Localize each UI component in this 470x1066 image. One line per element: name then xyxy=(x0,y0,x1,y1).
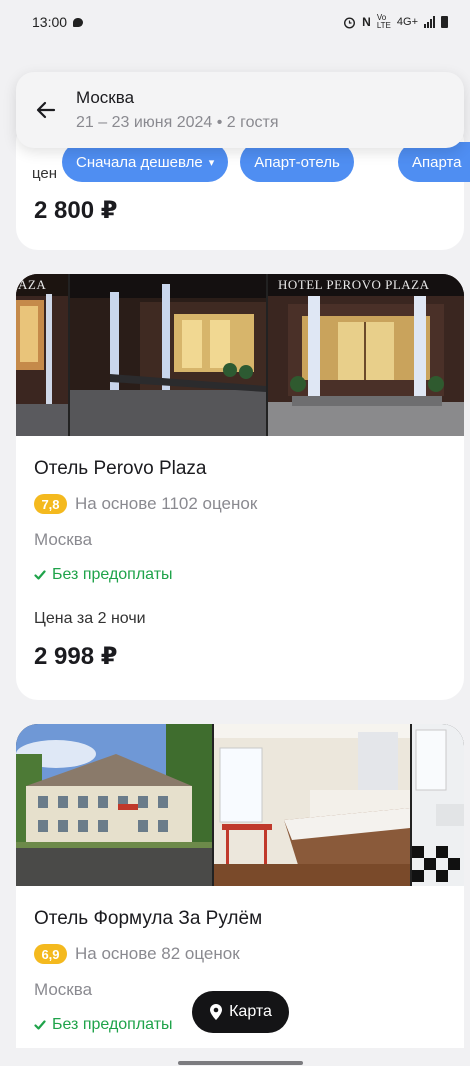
hotel-photo xyxy=(214,724,410,886)
volte-icon: Vo LTE xyxy=(376,13,391,30)
photo-gallery[interactable] xyxy=(16,724,464,886)
hotel-price: 2 998 ₽ xyxy=(34,643,118,670)
back-button[interactable] xyxy=(16,72,76,148)
prepayment-text: Без предоплаты xyxy=(52,566,173,583)
rating-text: На основе 82 оценок xyxy=(75,944,240,963)
search-city: Москва xyxy=(76,88,135,107)
sort-chip-label: Сначала дешевле xyxy=(76,153,203,171)
filter-chip-apart-hotel[interactable]: Апарт-отель xyxy=(240,142,354,182)
hotel-photo xyxy=(16,724,212,886)
chevron-down-icon: ▾ xyxy=(208,156,215,169)
sort-chip[interactable]: Сначала дешевле ▾ xyxy=(62,142,229,182)
photo-gallery[interactable]: AZA HOTEL PEROVO PLAZA xyxy=(16,274,464,436)
hotel-photo xyxy=(70,274,266,436)
hotel-photo xyxy=(412,724,464,886)
rating-text: На основе 1102 оценок xyxy=(75,494,258,513)
check-icon xyxy=(34,570,46,580)
alarm-icon xyxy=(344,16,356,29)
prepayment-info: Без предоплаты xyxy=(34,566,446,584)
battery-icon xyxy=(441,16,448,28)
prepayment-text: Без предоплаты xyxy=(52,1016,173,1033)
filter-chip-apartments[interactable]: Апарта xyxy=(398,142,470,182)
search-summary[interactable]: Москва 21 – 23 июня 2024 • 2 гостя xyxy=(76,88,279,132)
hotel-city: Москва xyxy=(34,530,93,549)
hotel-name: Отель Perovo Plaza xyxy=(34,458,207,479)
search-details: 21 – 23 июня 2024 • 2 гостя xyxy=(76,114,279,131)
hotel-sign-text: HOTEL PEROVO PLAZA xyxy=(278,277,430,292)
filter-chip-label: Апарт-отель xyxy=(254,153,340,171)
home-indicator[interactable] xyxy=(178,1061,303,1065)
hotel-sign-text: AZA xyxy=(18,277,47,292)
hotel-card[interactable]: AZA HOTEL PEROVO PLAZA Отель Perovo Plaz… xyxy=(16,274,464,700)
message-icon xyxy=(73,17,84,27)
partial-label: цен xyxy=(32,165,58,182)
listing-price: 2 800 ₽ xyxy=(34,197,118,224)
hotel-photo: AZA xyxy=(16,274,68,436)
rating-badge: 7,8 xyxy=(34,494,67,514)
hotel-photo: HOTEL PEROVO PLAZA xyxy=(268,274,464,436)
map-button-label: Карта xyxy=(229,1003,272,1020)
rating-badge: 6,9 xyxy=(34,944,67,964)
nfc-icon: N xyxy=(362,15,371,29)
map-button[interactable]: Карта xyxy=(192,991,289,1033)
map-pin-icon xyxy=(210,1004,223,1020)
nights-label: Цена за 2 ночи xyxy=(34,610,146,627)
check-icon xyxy=(34,1020,46,1030)
rating-row: 6,9 На основе 82 оценок xyxy=(34,944,446,964)
clock-text: 13:00 xyxy=(32,14,68,30)
rating-row: 7,8 На основе 1102 оценок xyxy=(34,494,446,514)
signal-icon xyxy=(424,16,435,28)
filter-chip-label: Апарта xyxy=(412,153,462,171)
arrow-left-icon xyxy=(36,101,56,119)
network-text: 4G+ xyxy=(396,16,418,28)
status-time: 13:00 xyxy=(32,14,84,30)
status-bar: 13:00 N Vo LTE 4G+ xyxy=(0,0,470,44)
filter-chips: Сначала дешевле ▾ Апарт-отель xyxy=(62,142,354,182)
hotel-name: Отель Формула За Рулём xyxy=(34,908,263,929)
search-header[interactable]: Москва 21 – 23 июня 2024 • 2 гостя xyxy=(16,72,464,148)
status-icons: N Vo LTE 4G+ xyxy=(343,14,448,30)
